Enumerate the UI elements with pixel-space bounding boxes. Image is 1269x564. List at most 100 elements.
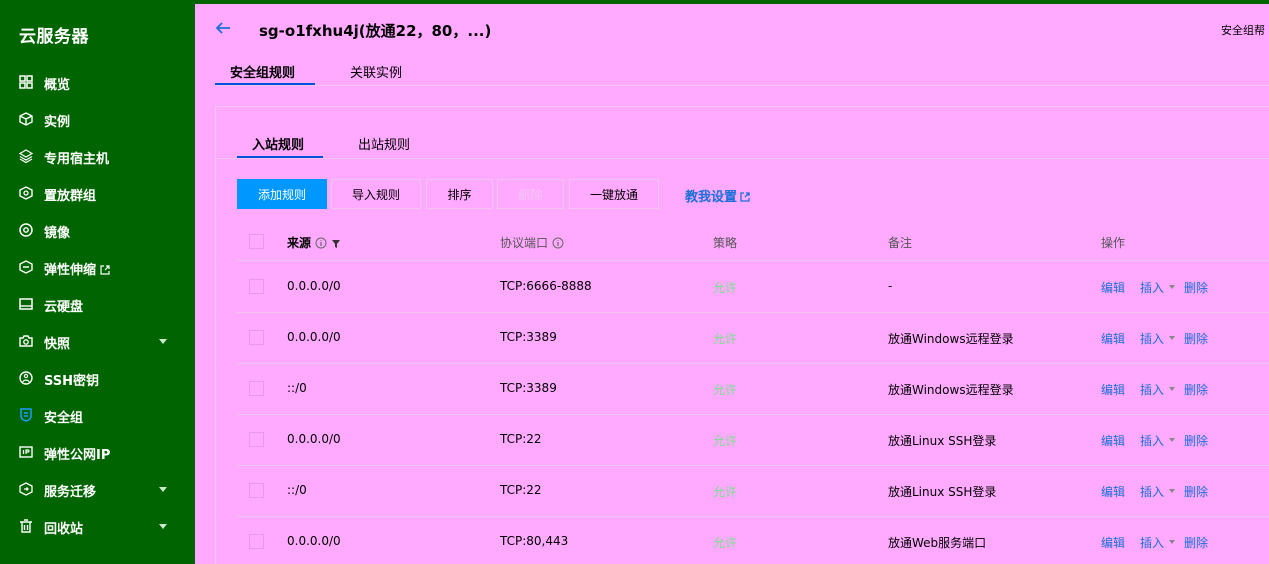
sidebar-item-dedicated-host[interactable]: 专用宿主机 <box>0 141 195 171</box>
group-icon <box>19 186 33 200</box>
edit-link[interactable]: 编辑 <box>1101 483 1125 500</box>
insert-link[interactable]: 插入 <box>1140 330 1176 347</box>
camera-icon <box>19 334 33 348</box>
row-note: 放通Web服务端口 <box>888 536 987 550</box>
info-icon[interactable] <box>552 237 564 249</box>
edit-link[interactable]: 编辑 <box>1101 330 1125 347</box>
row-checkbox[interactable] <box>249 432 264 447</box>
row-policy: 允许 <box>713 434 738 448</box>
active-subtab-indicator <box>237 156 323 158</box>
migrate-icon <box>19 482 33 496</box>
row-checkbox[interactable] <box>249 483 264 498</box>
layers-icon <box>18 149 34 164</box>
table-row: 0.0.0.0/0 TCP:6666-8888 允许 - 编辑 插入 删除 <box>237 262 1269 313</box>
row-source: ::/0 <box>287 381 307 395</box>
cube-icon <box>19 112 33 126</box>
sidebar-item-snapshot[interactable]: 快照 <box>0 326 195 356</box>
row-port: TCP:22 <box>500 483 542 497</box>
delete-link[interactable]: 删除 <box>1184 432 1208 449</box>
tab-outbound[interactable]: 出站规则 <box>358 134 410 153</box>
delete-link[interactable]: 删除 <box>1184 381 1208 398</box>
table-header: 来源 协议端口 策略 备注 操作 <box>237 223 1269 261</box>
delete-link[interactable]: 删除 <box>1184 330 1208 347</box>
sidebar-item-auto-scaling[interactable]: 弹性伸缩 <box>0 252 195 282</box>
external-link-icon <box>740 191 750 202</box>
sidebar-item-instances[interactable]: 实例 <box>0 104 195 134</box>
back-arrow-icon[interactable] <box>215 20 231 36</box>
row-note: 放通Linux SSH登录 <box>888 485 997 499</box>
insert-link[interactable]: 插入 <box>1140 483 1176 500</box>
select-all-checkbox[interactable] <box>249 234 264 249</box>
tab-rules[interactable]: 安全组规则 <box>230 62 295 81</box>
sidebar-item-label: 云硬盘 <box>44 300 84 315</box>
sidebar-item-cloud-disk[interactable]: 云硬盘 <box>0 289 195 319</box>
edit-link[interactable]: 编辑 <box>1101 381 1125 398</box>
row-note: 放通Windows远程登录 <box>888 383 1014 397</box>
insert-link[interactable]: 插入 <box>1140 381 1176 398</box>
sort-button[interactable]: 排序 <box>426 179 493 209</box>
delete-link[interactable]: 删除 <box>1184 279 1208 296</box>
delete-link[interactable]: 删除 <box>1184 483 1208 500</box>
row-checkbox[interactable] <box>249 534 264 549</box>
filter-icon[interactable] <box>331 239 341 249</box>
insert-link[interactable]: 插入 <box>1140 432 1176 449</box>
tab-associated-instances[interactable]: 关联实例 <box>350 62 402 81</box>
insert-link[interactable]: 插入 <box>1140 534 1176 551</box>
sidebar: 云服务器 概览 实例 专用宿主机 置放群组 镜像 弹性伸缩 云硬盘 快照 SSH… <box>0 4 195 564</box>
sidebar-item-label: 弹性公网IP <box>44 448 111 463</box>
sidebar-item-label: 实例 <box>44 115 71 130</box>
edit-link[interactable]: 编辑 <box>1101 432 1125 449</box>
chevron-down-icon <box>1169 489 1176 493</box>
sidebar-item-security-group[interactable]: 安全组 <box>0 400 195 430</box>
external-link-icon <box>100 264 110 275</box>
disk-icon <box>19 297 33 311</box>
sub-tabs: 入站规则 出站规则 <box>216 127 1269 159</box>
dashboard-icon <box>19 75 33 89</box>
row-checkbox[interactable] <box>249 381 264 396</box>
add-rule-button[interactable]: 添加规则 <box>237 179 327 209</box>
help-link[interactable]: 安全组帮 <box>1221 22 1265 38</box>
setup-guide-link[interactable]: 教我设置 <box>685 186 750 205</box>
chevron-down-icon <box>1169 336 1176 340</box>
row-policy: 允许 <box>713 332 738 346</box>
open-all-button[interactable]: 一键放通 <box>569 179 659 209</box>
sidebar-item-label: 安全组 <box>44 411 84 426</box>
sidebar-item-images[interactable]: 镜像 <box>0 215 195 245</box>
edit-link[interactable]: 编辑 <box>1101 534 1125 551</box>
row-note: - <box>888 279 893 293</box>
row-checkbox[interactable] <box>249 279 264 294</box>
sidebar-item-placement-group[interactable]: 置放群组 <box>0 178 195 208</box>
chevron-down-icon <box>159 339 167 344</box>
row-port: TCP:22 <box>500 432 542 446</box>
row-source: 0.0.0.0/0 <box>287 279 341 293</box>
top-tabs: 安全组规则 关联实例 <box>215 60 1269 86</box>
disc-icon <box>19 223 33 237</box>
tab-inbound[interactable]: 入站规则 <box>252 134 304 153</box>
sidebar-item-migration[interactable]: 服务迁移 <box>0 474 195 504</box>
sidebar-item-overview[interactable]: 概览 <box>0 67 195 97</box>
sidebar-item-elastic-ip[interactable]: 弹性公网IP <box>0 437 195 467</box>
table-row: ::/0 TCP:22 允许 放通Linux SSH登录 编辑 插入 删除 <box>237 466 1269 517</box>
sidebar-item-label: 服务迁移 <box>44 485 97 500</box>
edit-link[interactable]: 编辑 <box>1101 279 1125 296</box>
active-tab-indicator <box>215 83 315 85</box>
row-note: 放通Linux SSH登录 <box>888 434 997 448</box>
rules-panel: 入站规则 出站规则 添加规则 导入规则 排序 删除 一键放通 教我设置 来源 协… <box>215 106 1269 564</box>
import-rules-button[interactable]: 导入规则 <box>331 179 421 209</box>
sidebar-title: 云服务器 <box>19 27 89 47</box>
column-policy: 策略 <box>713 236 738 250</box>
delete-link[interactable]: 删除 <box>1184 534 1208 551</box>
sidebar-item-label: 专用宿主机 <box>44 152 110 167</box>
ip-icon <box>19 445 33 459</box>
sidebar-item-label: 镜像 <box>44 226 71 241</box>
chevron-down-icon <box>1169 387 1176 391</box>
row-checkbox[interactable] <box>249 330 264 345</box>
row-source: 0.0.0.0/0 <box>287 534 341 548</box>
sidebar-item-recycle-bin[interactable]: 回收站 <box>0 511 195 541</box>
sidebar-item-ssh-key[interactable]: SSH密钥 <box>0 363 195 393</box>
delete-button[interactable]: 删除 <box>497 179 564 209</box>
sidebar-item-label: 快照 <box>44 337 71 352</box>
row-port: TCP:80,443 <box>500 534 569 548</box>
info-icon[interactable] <box>315 237 327 249</box>
insert-link[interactable]: 插入 <box>1140 279 1176 296</box>
